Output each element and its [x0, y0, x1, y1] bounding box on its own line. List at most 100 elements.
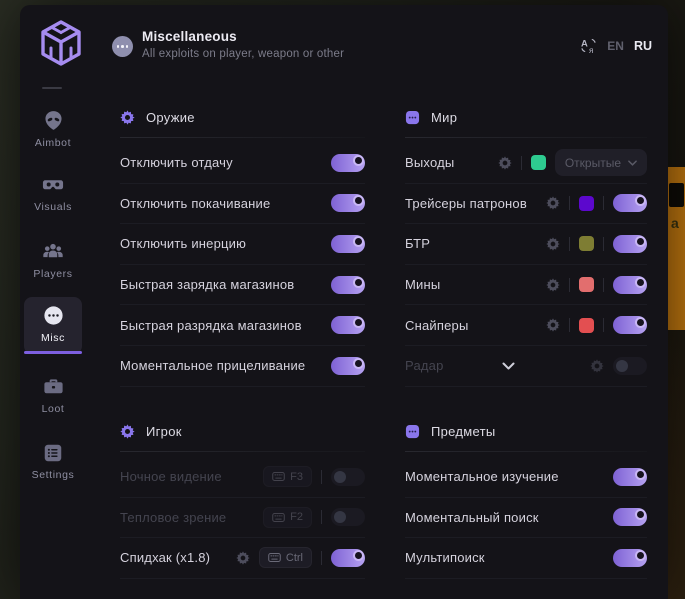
briefcase-icon [42, 375, 65, 398]
toggle-switch[interactable] [613, 235, 647, 253]
language-ru-button[interactable]: RU [634, 39, 652, 53]
toggle-switch[interactable] [331, 508, 365, 526]
toggle-row: Мультипоиск [405, 538, 647, 579]
list-icon [42, 442, 64, 464]
sidebar-item-visuals[interactable]: Visuals [20, 173, 86, 213]
toggle-switch[interactable] [613, 468, 647, 486]
toggle-row: Быстрая разрядка магазинов [120, 305, 365, 346]
color-swatch[interactable] [531, 155, 546, 170]
cheat-menu-window: Miscellaneous All exploits on player, we… [20, 5, 668, 599]
exits-dropdown[interactable]: Открытые [555, 149, 647, 176]
section-items: Предметы Моментальное изучение Моменталь… [405, 421, 647, 579]
row-label: БТР [405, 236, 430, 251]
settings-gear-icon[interactable] [546, 196, 560, 210]
toggle-switch[interactable] [613, 276, 647, 294]
radar-row: Радар [405, 346, 647, 387]
language-en-button[interactable]: EN [607, 39, 624, 53]
toggle-switch[interactable] [331, 357, 365, 375]
toggle-switch[interactable] [331, 549, 365, 567]
sidebar-item-players[interactable]: Players [20, 240, 86, 280]
hotkey-badge[interactable]: F3 [263, 466, 312, 487]
settings-gear-icon[interactable] [590, 359, 604, 373]
toggle-switch[interactable] [613, 194, 647, 212]
separator [603, 237, 604, 251]
chevron-down-icon [628, 160, 637, 166]
sidebar-item-label: Players [33, 268, 72, 280]
hotkey-badge[interactable]: Ctrl [259, 547, 312, 568]
toggle-switch[interactable] [613, 549, 647, 567]
toggle-row: Отключить покачивание [120, 184, 365, 225]
row-label: Тепловое зрение [120, 510, 226, 525]
toggle-switch[interactable] [613, 316, 647, 334]
section-title: Игрок [146, 424, 182, 439]
toggle-row: Снайперы [405, 305, 647, 346]
toggle-row: Отключить отдачу [120, 143, 365, 184]
row-label: Мультипоиск [405, 550, 485, 565]
settings-gear-icon[interactable] [546, 318, 560, 332]
gear-icon [120, 424, 135, 439]
color-swatch[interactable] [579, 196, 594, 211]
toggle-switch[interactable] [331, 276, 365, 294]
separator [569, 318, 570, 332]
row-label: Мины [405, 277, 440, 292]
sidebar-item-label: Visuals [34, 201, 72, 213]
hotkey-badge[interactable]: F2 [263, 507, 312, 528]
toggle-row: Быстрая зарядка магазинов [120, 265, 365, 306]
toggle-switch[interactable] [613, 357, 647, 375]
hotkey-label: F3 [290, 471, 303, 483]
svg-text:я: я [589, 46, 593, 54]
background-orange-sign: a [668, 167, 685, 330]
page-title: Miscellaneous [142, 29, 237, 44]
separator [569, 237, 570, 251]
row-label: Быстрая зарядка магазинов [120, 277, 294, 292]
sidebar-item-label: Loot [42, 403, 65, 415]
separator [603, 278, 604, 292]
row-label: Отключить покачивание [120, 196, 270, 211]
separator [321, 551, 322, 565]
settings-gear-icon[interactable] [546, 278, 560, 292]
expand-chevron-icon[interactable] [502, 362, 515, 370]
section-title: Мир [431, 110, 457, 125]
row-label: Моментальное изучение [405, 469, 559, 484]
hotkey-row: Спидхак (x1.8) Ctrl [120, 538, 365, 579]
color-swatch[interactable] [579, 236, 594, 251]
sidebar-item-aimbot[interactable]: Aimbot [20, 109, 86, 149]
settings-gear-icon[interactable] [498, 156, 512, 170]
section-divider [405, 137, 647, 138]
alien-icon [42, 109, 65, 132]
section-divider [120, 451, 365, 452]
toggle-switch[interactable] [331, 154, 365, 172]
color-swatch[interactable] [579, 277, 594, 292]
section-title: Предметы [431, 424, 496, 439]
toggle-switch[interactable] [331, 316, 365, 334]
toggle-switch[interactable] [331, 468, 365, 486]
settings-gear-icon[interactable] [236, 551, 250, 565]
apps-icon [405, 424, 420, 439]
sidebar-item-settings[interactable]: Settings [20, 442, 86, 481]
sidebar-item-misc[interactable]: Misc [20, 304, 86, 344]
sign-glyph [669, 183, 684, 207]
app-logo-icon [38, 19, 84, 67]
toggle-row: Трейсеры патронов [405, 184, 647, 225]
hotkey-row: Тепловое зрение F2 [120, 498, 365, 539]
hotkey-label: F2 [290, 511, 303, 523]
toggle-switch[interactable] [613, 508, 647, 526]
toggle-switch[interactable] [331, 194, 365, 212]
color-swatch[interactable] [579, 318, 594, 333]
sidebar-item-loot[interactable]: Loot [20, 375, 86, 415]
toggle-switch[interactable] [331, 235, 365, 253]
sidebar-item-label: Settings [32, 469, 75, 481]
toggle-row: БТР [405, 224, 647, 265]
row-label: Снайперы [405, 318, 469, 333]
section-divider [405, 451, 647, 452]
apps-icon [405, 110, 420, 125]
sidebar: Aimbot Visuals Players [20, 101, 86, 599]
section-player: Игрок Ночное видение F3 Тепловое зрение [120, 421, 365, 579]
separator [603, 196, 604, 210]
sign-letter: a [671, 215, 679, 231]
toggle-row: Мины [405, 265, 647, 306]
row-label: Быстрая разрядка магазинов [120, 318, 302, 333]
ellipsis-circle-icon [42, 304, 65, 327]
settings-gear-icon[interactable] [546, 237, 560, 251]
sidebar-divider [42, 87, 62, 89]
